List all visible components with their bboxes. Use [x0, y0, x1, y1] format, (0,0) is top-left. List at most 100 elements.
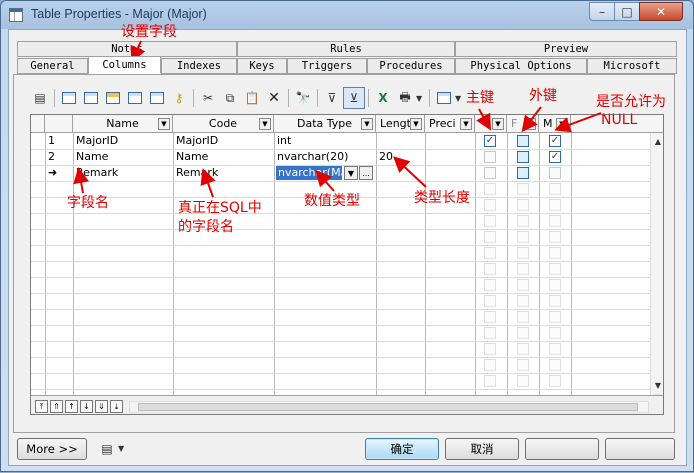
key-icon[interactable]: ⚷ — [168, 87, 190, 109]
data-type-cell[interactable]: int — [274, 133, 374, 149]
tab-indexes[interactable]: Indexes — [161, 58, 237, 74]
foreign-key-checkbox[interactable] — [517, 231, 529, 243]
column-header-foreign[interactable]: F ▼ — [507, 115, 539, 133]
mandatory-checkbox[interactable] — [549, 183, 561, 195]
mandatory-checkbox[interactable] — [549, 343, 561, 355]
foreign-key-checkbox[interactable] — [517, 183, 529, 195]
chevron-down-icon[interactable]: ▼ — [158, 118, 170, 130]
tab-notes[interactable]: Notes — [17, 41, 237, 57]
filter-icon[interactable]: ⊽ — [321, 87, 343, 109]
chevron-down-icon[interactable]: ▼ — [410, 118, 422, 130]
primary-key-checkbox[interactable] — [484, 167, 496, 179]
data-type-dropdown-icon[interactable]: ▼ — [344, 166, 358, 180]
column-header-data-type[interactable]: Data Type ▼ — [274, 115, 376, 133]
mandatory-checkbox[interactable] — [549, 327, 561, 339]
tab-triggers[interactable]: Triggers — [287, 58, 367, 74]
tab-microsoft[interactable]: Microsoft — [587, 58, 677, 74]
primary-key-checkbox[interactable] — [484, 359, 496, 371]
chevron-down-icon[interactable]: ▼ — [460, 118, 472, 130]
tab-procedures[interactable]: Procedures — [367, 58, 455, 74]
tab-preview[interactable]: Preview — [455, 41, 677, 57]
foreign-key-checkbox[interactable] — [517, 295, 529, 307]
tab-rules[interactable]: Rules — [237, 41, 455, 57]
add-columns-icon[interactable] — [102, 87, 124, 109]
minimize-button[interactable]: – — [589, 2, 615, 21]
row-number[interactable]: 1 — [45, 133, 73, 149]
column-header-mandatory[interactable]: M ▼ — [539, 115, 571, 133]
foreign-key-checkbox[interactable] — [517, 279, 529, 291]
apply-button[interactable] — [525, 438, 599, 460]
mandatory-checkbox[interactable] — [549, 311, 561, 323]
primary-key-checkbox[interactable] — [484, 183, 496, 195]
foreign-key-checkbox[interactable] — [517, 359, 529, 371]
properties-icon[interactable]: ▤ — [29, 87, 51, 109]
menu-icon[interactable]: ▤ — [96, 438, 118, 460]
mandatory-checkbox[interactable] — [549, 199, 561, 211]
mandatory-checkbox[interactable] — [549, 215, 561, 227]
chevron-down-icon[interactable]: ▼ — [492, 118, 504, 130]
mandatory-checkbox[interactable] — [549, 375, 561, 387]
column-header-precision[interactable]: Preci ▼ — [425, 115, 475, 133]
move-top-icon[interactable]: ⤒ — [35, 400, 48, 413]
row-number[interactable]: 2 — [45, 149, 73, 165]
data-type-editor[interactable]: nvarchar(Max) — [276, 166, 358, 180]
copy-icon[interactable]: ⧉ — [219, 87, 241, 109]
chevron-down-icon[interactable]: ▼ — [524, 118, 536, 130]
more-button[interactable]: More >> — [17, 438, 87, 460]
tab-keys[interactable]: Keys — [237, 58, 287, 74]
foreign-key-checkbox[interactable] — [517, 151, 529, 163]
primary-key-checkbox[interactable] — [484, 295, 496, 307]
mandatory-checkbox[interactable] — [549, 263, 561, 275]
mandatory-checkbox[interactable] — [549, 295, 561, 307]
chevron-down-icon[interactable]: ▼ — [361, 118, 373, 130]
chevron-down-icon[interactable]: ▼ — [556, 118, 568, 130]
tab-physical-options[interactable]: Physical Options — [455, 58, 587, 74]
foreign-key-checkbox[interactable] — [517, 311, 529, 323]
tab-columns[interactable]: Columns — [88, 56, 161, 74]
foreign-key-checkbox[interactable] — [517, 135, 529, 147]
primary-key-checkbox[interactable] — [484, 263, 496, 275]
primary-key-checkbox[interactable] — [484, 375, 496, 387]
replicate-columns-icon[interactable] — [124, 87, 146, 109]
mandatory-checkbox[interactable]: ✓ — [549, 135, 561, 147]
add-row-icon[interactable] — [58, 87, 80, 109]
mandatory-checkbox[interactable] — [549, 279, 561, 291]
foreign-key-checkbox[interactable] — [517, 263, 529, 275]
mandatory-checkbox[interactable] — [549, 247, 561, 259]
foreign-key-checkbox[interactable] — [517, 199, 529, 211]
primary-key-checkbox[interactable] — [484, 279, 496, 291]
code-cell[interactable]: Name — [173, 149, 273, 165]
print-icon[interactable]: 🖶 — [394, 87, 416, 109]
cancel-button[interactable]: 取消 — [445, 438, 519, 460]
print-dropdown-icon[interactable]: ▼ — [416, 94, 426, 103]
foreign-key-checkbox[interactable] — [517, 247, 529, 259]
mandatory-checkbox[interactable]: ✓ — [549, 151, 561, 163]
mandatory-checkbox[interactable] — [549, 359, 561, 371]
primary-key-checkbox[interactable] — [484, 151, 496, 163]
column-grid-icon[interactable] — [146, 87, 168, 109]
code-cell[interactable]: Remark — [173, 165, 273, 181]
name-cell[interactable]: MajorID — [73, 133, 173, 149]
foreign-key-checkbox[interactable] — [517, 375, 529, 387]
move-bottom-icon[interactable]: ⤓ — [110, 400, 123, 413]
insert-row-icon[interactable] — [80, 87, 102, 109]
foreign-key-checkbox[interactable] — [517, 327, 529, 339]
help-button[interactable] — [605, 438, 675, 460]
mandatory-checkbox[interactable] — [549, 231, 561, 243]
primary-key-checkbox[interactable] — [484, 343, 496, 355]
scroll-up-icon[interactable]: ▲ — [652, 135, 663, 147]
move-down-icon[interactable]: ↓ — [80, 400, 93, 413]
horizontal-scrollbar[interactable] — [129, 401, 649, 413]
vertical-scrollbar[interactable]: ▲ ▼ ▼ — [650, 133, 663, 403]
find-icon[interactable]: 🔭 — [292, 87, 314, 109]
tab-general[interactable]: General — [17, 58, 88, 74]
menu-dropdown-icon[interactable]: ▼ — [118, 444, 128, 453]
maximize-button[interactable]: □ — [614, 2, 640, 21]
primary-key-checkbox[interactable] — [484, 199, 496, 211]
code-cell[interactable]: MajorID — [173, 133, 273, 149]
filter-active-icon[interactable]: ⊻ — [343, 87, 365, 109]
primary-key-checkbox[interactable] — [484, 247, 496, 259]
excel-export-icon[interactable]: X — [372, 87, 394, 109]
foreign-key-checkbox[interactable] — [517, 215, 529, 227]
length-cell[interactable]: 20 — [376, 149, 424, 165]
